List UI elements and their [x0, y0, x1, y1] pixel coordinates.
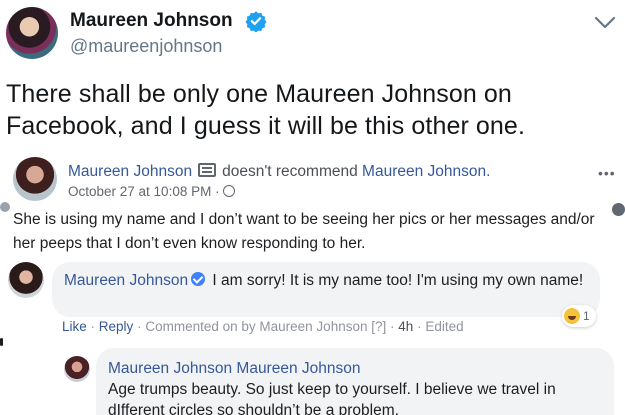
- post-timestamp[interactable]: October 27 at 10:08 PM: [68, 184, 211, 199]
- chevron-down-icon[interactable]: [593, 14, 617, 32]
- reply-author-link[interactable]: Maureen Johnson: [108, 360, 232, 377]
- haha-emoji-icon: [564, 308, 580, 324]
- more-options-icon[interactable]: •••: [598, 165, 616, 181]
- tweet-text: There shall be only one Maureen Johnson …: [6, 80, 525, 140]
- reply-mention-link[interactable]: Maureen Johnson: [236, 360, 360, 377]
- recommendation-icon: [198, 163, 217, 177]
- comment-text: I am sorry! It is my name too! I'm using…: [212, 272, 584, 289]
- thread-connector: [0, 338, 3, 346]
- comment-author-link[interactable]: Maureen Johnson: [64, 272, 188, 289]
- comment-bubble: Maureen Johnson I am sorry! It is my nam…: [52, 262, 600, 317]
- post-author-link[interactable]: Maureen Johnson: [68, 163, 192, 180]
- globe-icon: [222, 185, 235, 197]
- reaction-summary[interactable]: 1: [562, 305, 596, 327]
- comment-actions: Like · Reply · Commented on by Maureen J…: [62, 319, 464, 334]
- reply-link[interactable]: Reply: [99, 319, 134, 334]
- arrow-left-icon[interactable]: [0, 202, 10, 212]
- reply-bubble: Maureen Johnson Maureen Johnson Age trum…: [96, 348, 614, 415]
- arrow-right-icon[interactable]: [612, 203, 625, 216]
- tweet-author-name[interactable]: Maureen Johnson: [70, 10, 233, 32]
- like-link[interactable]: Like: [62, 319, 87, 334]
- avatar[interactable]: [64, 356, 90, 382]
- comment-time[interactable]: 4h: [398, 319, 413, 334]
- commented-on-by-text: Commented on by Maureen Johnson: [145, 319, 368, 334]
- reply-text: Age trumps beauty. So just keep to yours…: [108, 381, 556, 415]
- tweet-author-handle[interactable]: @maureenjohnson: [70, 36, 222, 57]
- separator-dot: ·: [390, 319, 395, 334]
- verified-badge-icon: [245, 11, 267, 32]
- post-header: Maureen Johnson doesn't recommend Maureen…: [68, 163, 490, 181]
- facebook-screenshot: Maureen Johnson doesn't recommend Maureen…: [0, 150, 625, 415]
- post-action-text: doesn't recommend: [222, 163, 358, 180]
- tweet-header: Maureen Johnson @maureenjohnson: [0, 0, 625, 70]
- edited-link[interactable]: Edited: [425, 319, 463, 334]
- separator-dot: ·: [215, 184, 220, 199]
- separator-dot: ·: [137, 319, 142, 334]
- help-link[interactable]: [?]: [371, 319, 386, 334]
- reaction-count: 1: [583, 309, 590, 323]
- post-meta: October 27 at 10:08 PM ·: [68, 184, 235, 199]
- separator-dot: ·: [417, 319, 422, 334]
- verified-badge-icon: [191, 272, 206, 286]
- avatar[interactable]: [6, 7, 58, 59]
- avatar[interactable]: [13, 157, 57, 201]
- separator-dot: ·: [90, 319, 96, 334]
- post-target-link[interactable]: Maureen Johnson.: [362, 163, 490, 180]
- avatar[interactable]: [8, 262, 44, 298]
- post-text: She is using my name and I don’t want to…: [13, 211, 595, 252]
